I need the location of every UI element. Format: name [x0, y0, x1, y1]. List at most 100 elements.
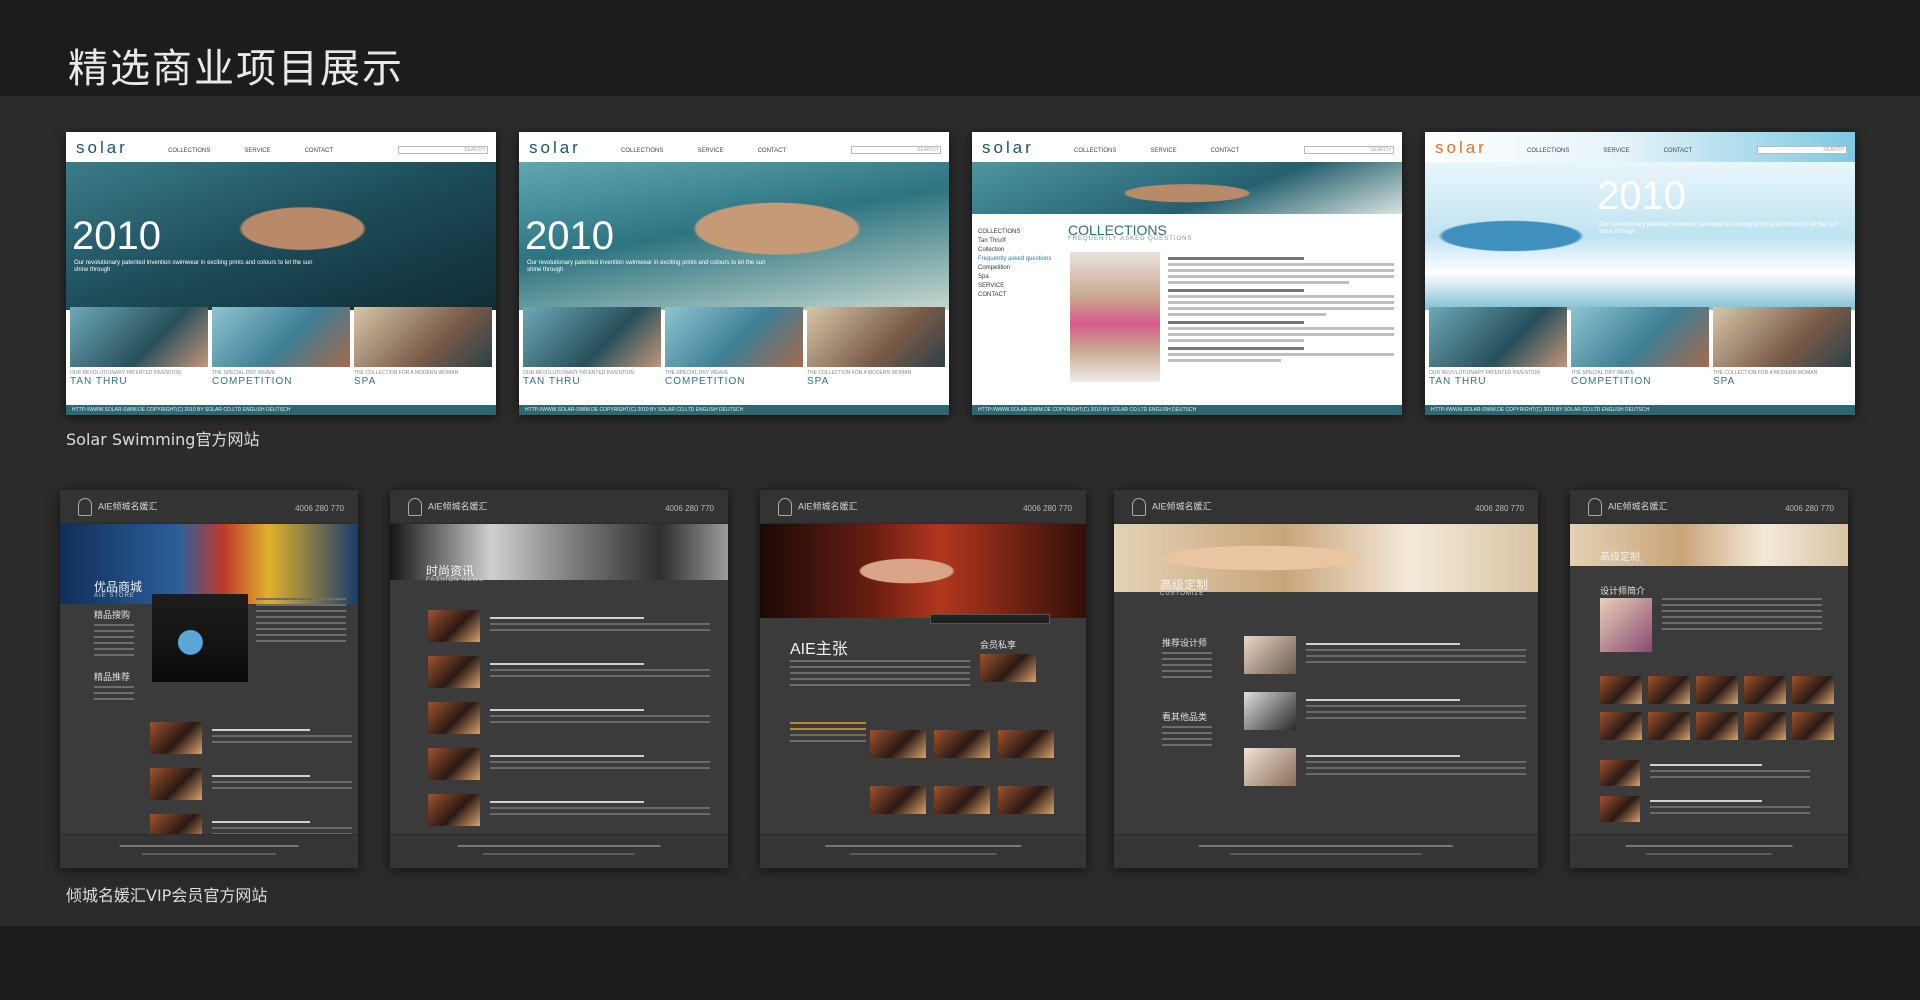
- tile-title[interactable]: COMPETITION: [1571, 376, 1709, 387]
- faq-text-block: [1168, 252, 1394, 365]
- nav-service[interactable]: SERVICE: [697, 148, 723, 154]
- side-item-active[interactable]: Frequently asked questions: [978, 255, 1051, 264]
- tile-title[interactable]: TAN THRU: [1429, 376, 1567, 387]
- aie-sidebar-heading: 精品推荐: [94, 672, 131, 682]
- solar-logo: solar: [982, 138, 1034, 157]
- tile-title[interactable]: COMPETITION: [665, 376, 803, 387]
- aie-manifesto-thumbnail[interactable]: AIE倾城名媛汇 4006 280 770 AIE主张 会员私享: [760, 490, 1086, 868]
- nav-collections[interactable]: COLLECTIONS: [621, 148, 663, 154]
- nav-service[interactable]: SERVICE: [1603, 148, 1629, 154]
- aie-logo-icon: [78, 498, 92, 516]
- aie-product-image[interactable]: [152, 594, 248, 682]
- nav-contact[interactable]: CONTACT: [1211, 148, 1240, 154]
- aie-header: AIE倾城名媛汇 4006 280 770: [60, 490, 358, 524]
- aie-footer: [60, 834, 358, 868]
- solar-sky-thumbnail[interactable]: solar COLLECTIONS SERVICE CONTACT SEARCH…: [1425, 132, 1855, 415]
- solar-home-thumbnail[interactable]: solar COLLECTIONS SERVICE CONTACT SEARCH…: [66, 132, 496, 415]
- tile-title[interactable]: SPA: [1713, 376, 1851, 387]
- solar-nav: COLLECTIONS SERVICE CONTACT: [1074, 148, 1239, 154]
- aie-phone: 4006 280 770: [1475, 504, 1524, 513]
- aie-logo-icon: [1132, 498, 1146, 516]
- side-item[interactable]: Spa: [978, 273, 1051, 282]
- solar-topbar: solar COLLECTIONS SERVICE CONTACT SEARCH: [972, 132, 1402, 162]
- aie-header: AIE倾城名媛汇 4006 280 770: [1114, 490, 1538, 524]
- solar-footer: HTTP://WWW.SOLAR-SWIM.DE COPYRIGHT(C) 20…: [1425, 405, 1855, 415]
- solar-footer: HTTP://WWW.SOLAR-SWIM.DE COPYRIGHT(C) 20…: [972, 405, 1402, 415]
- solar-menu-thumbnail[interactable]: solar COLLECTIONS SERVICE CONTACT SEARCH…: [519, 132, 949, 415]
- nav-collections[interactable]: COLLECTIONS: [1074, 148, 1116, 154]
- aie-header: AIE倾城名媛汇 4006 280 770: [390, 490, 728, 524]
- aie-customize-thumbnail[interactable]: AIE倾城名媛汇 4006 280 770 高级定制 CUSTOMIZE 推荐设…: [1114, 490, 1538, 868]
- aie-logo: AIE倾城名媛汇: [1132, 498, 1212, 516]
- member-image[interactable]: [980, 654, 1036, 682]
- tile-title[interactable]: TAN THRU: [523, 376, 661, 387]
- header-band: 精选商业项目展示: [0, 0, 1920, 96]
- tile-image[interactable]: [807, 307, 945, 367]
- solar-faq-thumbnail[interactable]: solar COLLECTIONS SERVICE CONTACT SEARCH…: [972, 132, 1402, 415]
- hero-year: 2010: [72, 214, 161, 258]
- aie-sidebar-heading: 推荐设计师: [1162, 638, 1208, 648]
- aie-sidebar-heading: 精品搜购: [94, 610, 131, 620]
- side-item[interactable]: CONTACT: [978, 291, 1051, 300]
- solar-footer: HTTP://WWW.SOLAR-SWIM.DE COPYRIGHT(C) 20…: [66, 405, 496, 415]
- solar-nav: COLLECTIONS SERVICE CONTACT: [621, 148, 786, 154]
- side-item[interactable]: SERVICE: [978, 282, 1051, 291]
- hero-tagline: Our revolutionary patented invention swi…: [527, 260, 766, 273]
- nav-collections[interactable]: COLLECTIONS: [1527, 148, 1569, 154]
- tile-image[interactable]: [70, 307, 208, 367]
- feature-tiles: [523, 307, 945, 367]
- feature-tiles: [1429, 307, 1851, 367]
- solar-logo: solar: [529, 138, 581, 157]
- solar-section-caption: Solar Swimming官方网站: [66, 430, 260, 449]
- aie-brand: AIE倾城名媛汇: [1152, 501, 1212, 512]
- aie-logo: AIE倾城名媛汇: [408, 498, 488, 516]
- aie-banner-subtitle: CUSTOMIZE: [1160, 591, 1205, 597]
- hero-tagline: Our revolutionary patented invention swi…: [74, 260, 313, 273]
- aie-section-caption: 倾城名媛汇VIP会员官方网站: [66, 886, 268, 905]
- aie-brand: AIE倾城名媛汇: [98, 501, 158, 512]
- aie-store-thumbnail[interactable]: AIE倾城名媛汇 4006 280 770 优品商城 AIE STORE 精品搜…: [60, 490, 358, 868]
- aie-designer-thumbnail[interactable]: AIE倾城名媛汇 4006 280 770 高级定制 CUSTOMIZE 设计师…: [1570, 490, 1848, 868]
- aie-footer: [1114, 834, 1538, 868]
- search-input[interactable]: SEARCH: [398, 146, 488, 154]
- side-item[interactable]: Competition: [978, 264, 1051, 273]
- feature-tiles: [70, 307, 492, 367]
- side-item[interactable]: COLLECTIONS: [978, 228, 1051, 237]
- hero-tagline: Our revolutionary patented invention swi…: [1599, 222, 1838, 235]
- search-input[interactable]: SEARCH: [1304, 146, 1394, 154]
- tile-image[interactable]: [212, 307, 350, 367]
- nav-service[interactable]: SERVICE: [1150, 148, 1176, 154]
- search-input[interactable]: SEARCH: [1757, 146, 1847, 154]
- nav-contact[interactable]: CONTACT: [758, 148, 787, 154]
- nav-collections[interactable]: COLLECTIONS: [168, 148, 210, 154]
- aie-banner: [760, 524, 1086, 618]
- aie-news-thumbnail[interactable]: AIE倾城名媛汇 4006 280 770 时尚资讯 FASHION NEWS: [390, 490, 728, 868]
- nav-contact[interactable]: CONTACT: [305, 148, 334, 154]
- aie-phone: 4006 280 770: [1023, 504, 1072, 513]
- search-input[interactable]: SEARCH: [851, 146, 941, 154]
- tile-title[interactable]: SPA: [354, 376, 492, 387]
- tile-image[interactable]: [665, 307, 803, 367]
- tile-image[interactable]: [354, 307, 492, 367]
- aie-brand: AIE倾城名媛汇: [1608, 501, 1668, 512]
- member-login-field[interactable]: [930, 614, 1050, 624]
- solar-nav: COLLECTIONS SERVICE CONTACT: [1527, 148, 1692, 154]
- tile-title[interactable]: TAN THRU: [70, 376, 208, 387]
- solar-logo: solar: [1435, 138, 1487, 157]
- tile-image[interactable]: [1571, 307, 1709, 367]
- tile-image[interactable]: [1429, 307, 1567, 367]
- tile-captions: OUR REVOLUTIONARY PATENTED INVENTION TAN …: [70, 370, 492, 387]
- side-item[interactable]: Tan Thru®: [978, 237, 1051, 246]
- aie-logo: AIE倾城名媛汇: [778, 498, 858, 516]
- tile-image[interactable]: [523, 307, 661, 367]
- tile-title[interactable]: SPA: [807, 376, 945, 387]
- aie-brand: AIE倾城名媛汇: [798, 501, 858, 512]
- nav-contact[interactable]: CONTACT: [1664, 148, 1693, 154]
- aie-footer: [1570, 834, 1848, 868]
- side-item[interactable]: Collection: [978, 246, 1051, 255]
- nav-service[interactable]: SERVICE: [244, 148, 270, 154]
- tile-image[interactable]: [1713, 307, 1851, 367]
- aie-brand: AIE倾城名媛汇: [428, 501, 488, 512]
- tile-title[interactable]: COMPETITION: [212, 376, 350, 387]
- aie-logo: AIE倾城名媛汇: [1588, 498, 1668, 516]
